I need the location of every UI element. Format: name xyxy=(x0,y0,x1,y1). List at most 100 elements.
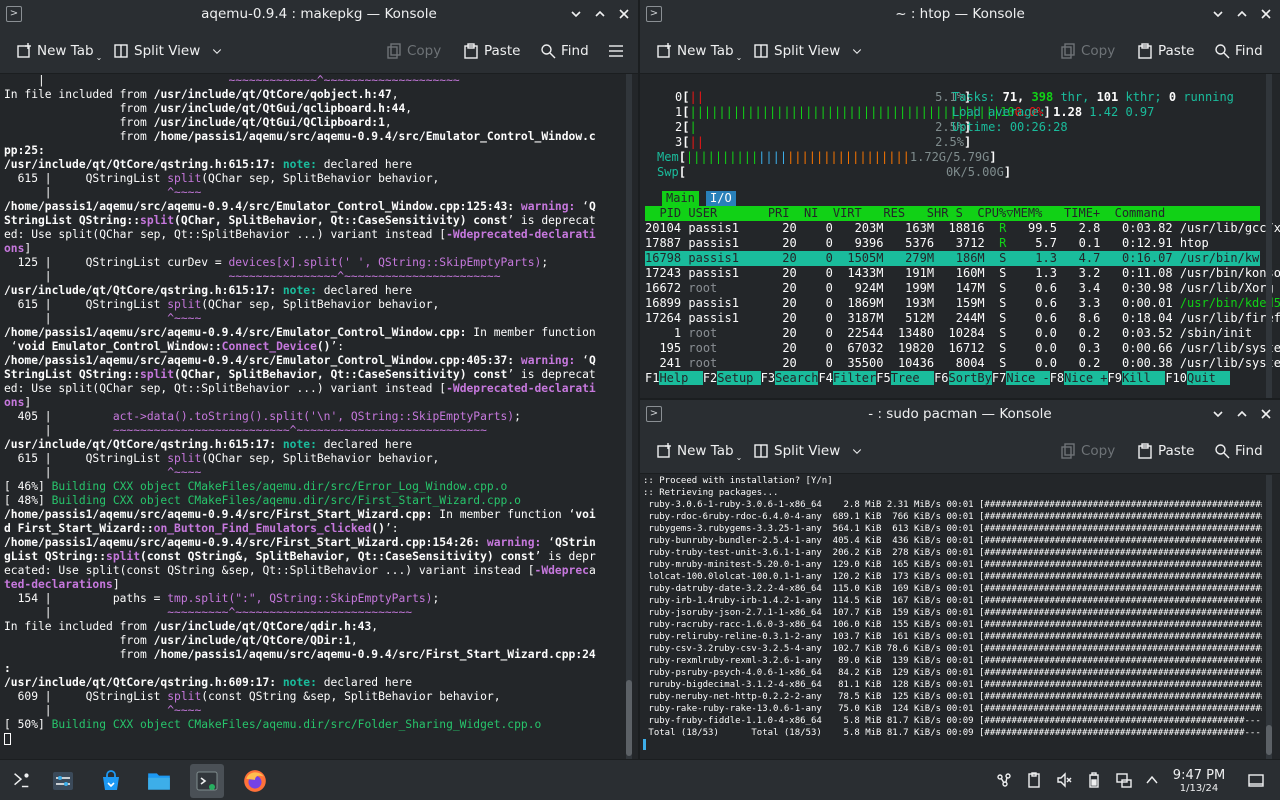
close-button[interactable] xyxy=(1258,4,1274,24)
package-eta: 00:01 xyxy=(946,620,974,630)
chevron-up-icon[interactable] xyxy=(1142,770,1162,790)
process-pri: 20 xyxy=(782,296,797,310)
htop-terminal[interactable]: 0[|| 5.1%] 1[|||||||||||||||||||||||||||… xyxy=(640,74,1280,398)
split-view-label: Split View xyxy=(774,43,841,59)
hamburger-menu-button[interactable] xyxy=(608,40,624,62)
konsole-icon[interactable] xyxy=(190,764,224,798)
copy-button[interactable]: Copy xyxy=(1060,40,1115,62)
new-tab-button[interactable]: New Tab ⌄ xyxy=(16,40,105,62)
process-row[interactable]: 20104 passis1 20 0 203M 163M 18816 R 99.… xyxy=(645,221,1280,236)
new-tab-button[interactable]: New Tab ⌄ xyxy=(656,40,745,62)
package-size: 405.4 KiB xyxy=(832,536,882,546)
new-tab-button[interactable]: New Tab ⌄ xyxy=(656,440,745,462)
kde-connect-icon[interactable] xyxy=(994,770,1014,790)
process-row[interactable]: 16672 root 20 0 924M 199M 147M S 0.6 3.4… xyxy=(645,281,1274,296)
application-launcher-icon[interactable] xyxy=(4,764,38,798)
pacman-scrollbar[interactable] xyxy=(1266,475,1272,759)
split-view-button[interactable]: Split View xyxy=(753,40,863,62)
paste-button[interactable]: Paste xyxy=(1137,40,1194,62)
process-row[interactable]: 16798 passis1 20 0 1505M 279M 186M S 1.3… xyxy=(645,251,1280,266)
close-button[interactable] xyxy=(1258,404,1274,424)
pacman-scroll-thumb[interactable] xyxy=(1266,725,1272,755)
fkey-f8[interactable]: F8 xyxy=(1049,371,1065,385)
process-table-header[interactable]: PID USER PRI NI VIRT RES SHR S CPU%▽MEM%… xyxy=(645,206,1260,221)
process-row[interactable]: 195 root 20 0 67032 19820 16712 S 0.0 0.… xyxy=(645,341,1280,356)
discover-store-icon[interactable] xyxy=(94,764,128,798)
pacman-terminal[interactable]: :: Proceed with installation? [Y/n] :: R… xyxy=(643,475,1262,759)
maximize-button[interactable] xyxy=(1234,404,1250,424)
fkey-f10[interactable]: F10 xyxy=(1165,371,1187,385)
fkey-label[interactable]: SortBy xyxy=(948,371,992,385)
minimize-button[interactable] xyxy=(1210,404,1226,424)
process-cpu: 1.3 xyxy=(1035,266,1057,280)
fkey-f2[interactable]: F2 xyxy=(702,371,718,385)
firefox-icon[interactable] xyxy=(238,764,272,798)
build-log-terminal[interactable]: | ~~~~~~~~~~~~~^~~~~~~~~~~~~~~~~~~~~ In … xyxy=(4,74,626,759)
paste-button[interactable]: Paste xyxy=(1137,440,1194,462)
left-toolbar: New Tab ⌄ Split View Copy Paste Find xyxy=(0,28,638,74)
find-button[interactable]: Find xyxy=(1214,40,1263,62)
find-button[interactable]: Find xyxy=(540,40,589,62)
network-wired-icon[interactable] xyxy=(1114,770,1134,790)
fkey-label[interactable]: Help xyxy=(659,371,703,385)
tab-main[interactable]: Main xyxy=(662,191,699,206)
paste-button[interactable]: Paste xyxy=(463,40,520,62)
split-view-button[interactable]: Split View xyxy=(753,440,863,462)
function-key-bar: F1Help F2Setup F3SearchF4FilterF5Tree F6… xyxy=(645,371,1260,386)
fkey-f6[interactable]: F6 xyxy=(934,371,949,385)
process-row[interactable]: 17264 passis1 20 0 3187M 512M 244M S 0.6… xyxy=(645,311,1280,326)
find-button[interactable]: Find xyxy=(1214,440,1263,462)
tab-io[interactable]: I/O xyxy=(706,191,736,206)
clipboard-icon[interactable] xyxy=(1024,770,1044,790)
process-shr: 160M xyxy=(955,266,985,280)
maximize-button[interactable] xyxy=(592,4,608,24)
split-view-button[interactable]: Split View xyxy=(113,40,223,62)
maximize-button[interactable] xyxy=(1234,4,1250,24)
copy-button[interactable]: Copy xyxy=(1060,440,1115,462)
process-mem: 0.1 xyxy=(1078,236,1101,250)
minimize-button[interactable] xyxy=(1210,4,1226,24)
left-titlebar[interactable]: > aqemu-0.9.4 : makepkg — Konsole xyxy=(0,0,638,28)
cursor-line xyxy=(643,739,1262,751)
show-desktop-icon[interactable] xyxy=(1246,770,1266,790)
process-row[interactable]: 241 root 20 0 35500 10436 8004 S 0.0 0.2… xyxy=(645,356,1280,371)
fkey-f4[interactable]: F4 xyxy=(818,371,833,385)
fkey-f9[interactable]: F9 xyxy=(1107,371,1122,385)
process-time: 0:12.91 xyxy=(1122,236,1173,250)
htop-titlebar[interactable]: > ~ : htop — Konsole xyxy=(640,0,1280,28)
package-eta: 00:01 xyxy=(946,656,974,666)
package-size: 564.1 KiB xyxy=(832,524,882,534)
package-name: ruby-minitest-5.20.0-1-any xyxy=(680,560,822,570)
fkey-label[interactable]: Search xyxy=(775,371,819,385)
htop-scrollbar[interactable] xyxy=(1266,74,1272,398)
fkey-f3[interactable]: F3 xyxy=(760,371,776,385)
fkey-f1[interactable]: F1 xyxy=(645,371,660,385)
left-scroll-thumb[interactable] xyxy=(626,680,632,756)
process-row[interactable]: 1 root 20 0 22544 13480 10284 S 0.0 0.2 … xyxy=(645,326,1260,341)
fkey-label[interactable]: Kill xyxy=(1121,371,1166,385)
volume-muted-icon[interactable] xyxy=(1054,770,1074,790)
pacman-titlebar[interactable]: > - : sudo pacman — Konsole xyxy=(640,400,1280,428)
system-settings-icon[interactable] xyxy=(46,764,80,798)
fkey-f5[interactable]: F5 xyxy=(876,371,891,385)
close-button[interactable] xyxy=(616,4,632,24)
package-line: Total (18/53) Total (18/53) 5.8 MiB 81.7… xyxy=(643,727,1262,739)
battery-icon[interactable] xyxy=(1084,770,1104,790)
fkey-label[interactable]: Tree xyxy=(890,371,935,385)
fkey-label[interactable]: Setup xyxy=(717,371,761,385)
minimize-button[interactable] xyxy=(568,4,584,24)
copy-button[interactable]: Copy xyxy=(386,40,441,62)
process-row[interactable]: 16899 passis1 20 0 1869M 193M 159M S 0.6… xyxy=(645,296,1280,311)
fkey-label[interactable]: Nice - xyxy=(1006,371,1050,385)
fkey-label[interactable]: Quit xyxy=(1187,371,1231,385)
fkey-f7[interactable]: F7 xyxy=(991,371,1007,385)
process-shr: 8004 xyxy=(955,356,985,370)
process-row[interactable]: 17887 passis1 20 0 9396 5376 3712 R 5.7 … xyxy=(645,236,1260,251)
fkey-label[interactable]: Filter xyxy=(832,371,877,385)
file-manager-icon[interactable] xyxy=(142,764,176,798)
digital-clock[interactable]: 9:47 PM 1/13/24 xyxy=(1168,768,1230,795)
left-scrollbar[interactable] xyxy=(626,74,632,759)
fkey-label[interactable]: Nice + xyxy=(1064,371,1108,385)
process-row[interactable]: 17243 passis1 20 0 1433M 191M 160M S 1.3… xyxy=(645,266,1280,281)
package-rate: 161 KiB/s xyxy=(892,632,942,642)
